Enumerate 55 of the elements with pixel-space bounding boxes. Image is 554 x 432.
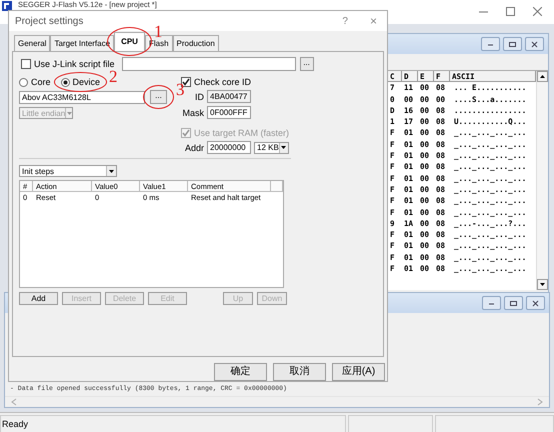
checkbox-label: Use J-Link script file [34, 59, 115, 69]
field-label: Mask [181, 108, 204, 118]
radio-button[interactable]: Core [19, 77, 51, 87]
input-field[interactable] [122, 57, 296, 71]
radio-circle-icon [60, 78, 70, 86]
browse-button[interactable]: ... [150, 90, 167, 104]
close-button[interactable] [526, 296, 545, 310]
help-button[interactable]: ? [342, 16, 348, 26]
checkbox-label: Use target RAM (faster) [194, 128, 290, 138]
button[interactable]: 应用(A) [332, 363, 385, 381]
scroll-right-icon [537, 398, 543, 406]
scrollbar[interactable] [536, 71, 548, 290]
checkbox-label: Check core ID [194, 77, 252, 87]
radio-circle-icon [19, 78, 28, 86]
input-field[interactable]: Abov AC33M6128L [19, 90, 145, 104]
annotation-ellipse [54, 72, 108, 92]
scrollbar[interactable] [5, 396, 549, 407]
close-button[interactable] [533, 7, 542, 16]
check-icon [182, 78, 190, 86]
check-icon [182, 129, 190, 137]
scroll-left-icon [11, 398, 17, 406]
dropdown[interactable]: 12 KB [254, 142, 289, 154]
close-icon [533, 7, 542, 16]
dropdown-arrow-icon [281, 146, 286, 149]
checkbox[interactable] [21, 59, 31, 69]
tab[interactable]: CPU [114, 32, 145, 51]
annotation-ellipse [143, 85, 174, 109]
close-icon [531, 298, 540, 308]
close-button[interactable]: × [370, 14, 377, 28]
tab[interactable]: Production [172, 35, 219, 51]
annotation-number: 3 [176, 81, 184, 99]
input-field[interactable]: 0F000FFF [207, 106, 251, 119]
button[interactable]: Add [19, 292, 58, 305]
dropdown[interactable]: Init steps [19, 165, 117, 177]
status-text: Ready [0, 415, 346, 432]
radio-button[interactable]: Device [60, 77, 100, 87]
maximize-button[interactable] [506, 7, 515, 16]
input-field[interactable]: 20000000 [207, 141, 251, 154]
browse-button[interactable]: ... [300, 57, 314, 71]
dropdown-arrow-icon [109, 170, 114, 172]
tab[interactable]: General [14, 35, 50, 51]
restore-icon [508, 40, 517, 48]
field-label: ID [194, 92, 204, 102]
annotation-number: 2 [109, 68, 118, 86]
restore-button[interactable] [504, 296, 523, 310]
dropdown-arrow-icon [66, 112, 72, 114]
restore-button[interactable] [503, 37, 522, 51]
button[interactable]: 取消 [273, 363, 326, 381]
dialog-title: Project settings [15, 16, 84, 26]
close-icon [530, 40, 539, 48]
restore-icon [509, 298, 518, 308]
maximize-icon [506, 7, 515, 16]
button[interactable]: 确定 [214, 363, 267, 381]
close-button[interactable] [525, 37, 544, 51]
field-label: Addr [184, 142, 204, 152]
